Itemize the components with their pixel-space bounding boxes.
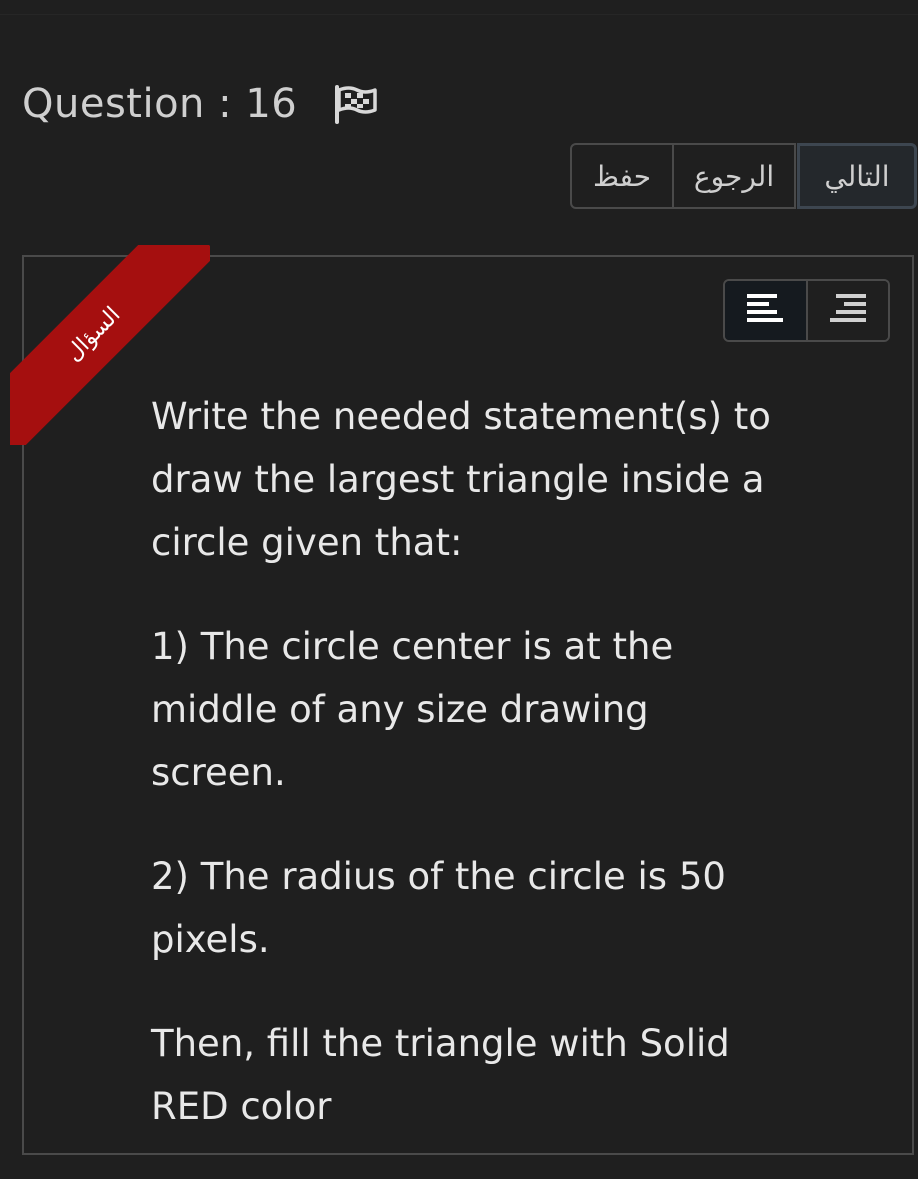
question-text: Write the needed statement(s) to draw th… <box>151 385 791 1179</box>
nav-button-group: حفظ الرجوع التالي <box>570 143 917 213</box>
question-paragraph: 2) The radius of the circle is 50 pixels… <box>151 855 726 961</box>
next-button[interactable]: التالي <box>797 143 917 209</box>
align-left-button[interactable] <box>725 281 806 340</box>
question-title: Question : 16 <box>22 81 298 127</box>
text-align-toggle <box>723 279 890 342</box>
question-paragraph: Then, fill the triangle with Solid RED c… <box>151 1022 730 1128</box>
align-left-icon <box>745 292 785 330</box>
top-divider <box>0 14 918 15</box>
back-button[interactable]: الرجوع <box>674 143 796 209</box>
question-paragraph: 1) The circle center is at the middle of… <box>151 625 674 794</box>
align-right-icon <box>828 292 868 330</box>
question-header: Question : 16 <box>22 76 379 132</box>
question-paragraph: Write the needed statement(s) to draw th… <box>151 395 771 564</box>
align-right-button[interactable] <box>805 281 888 340</box>
save-button[interactable]: حفظ <box>570 143 674 209</box>
flag-icon[interactable] <box>333 84 379 124</box>
